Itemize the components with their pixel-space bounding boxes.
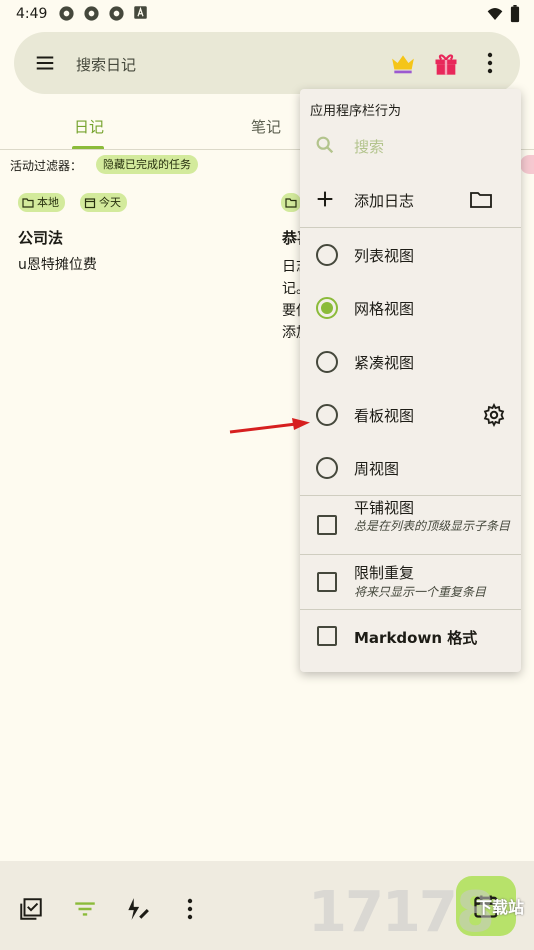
menu-item-compact-view[interactable]: 紧凑视图 [300, 346, 521, 378]
menu-item-search[interactable]: 搜索 [300, 131, 521, 161]
tab-diary[interactable]: 日记 [74, 116, 104, 137]
menu-item-kanban-view-label: 看板视图 [354, 407, 415, 425]
card2-line: 日志 [282, 259, 300, 275]
card-body: u恩特摊位费 [18, 257, 97, 273]
annotation-arrow [229, 418, 310, 434]
checkbox-limit-recurring[interactable] [317, 572, 337, 592]
search-input[interactable]: 搜索日记 [76, 54, 136, 75]
wifi-icon [486, 6, 504, 26]
chip-card2[interactable] [281, 193, 301, 212]
menu-item-limit-recurring[interactable]: 限制重复 将来只显示一个重复条目 [300, 555, 521, 609]
filter-chip-hide-completed[interactable]: 隐藏已完成的任务 [96, 155, 198, 174]
folder-icon [22, 197, 34, 208]
aperture-icon [58, 5, 75, 22]
card2-title[interactable]: 恭喜 [282, 227, 300, 248]
status-bar: 4:49 [0, 0, 534, 28]
card2-line: 添加 [282, 325, 300, 341]
crown-icon[interactable] [390, 50, 416, 76]
checklist-icon[interactable] [18, 896, 44, 922]
card-title[interactable]: 公司法 [18, 227, 63, 248]
calendar-icon [84, 197, 96, 208]
aperture-icon [108, 5, 125, 22]
menu-item-add-journal-label: 添加日志 [354, 192, 415, 210]
checkbox-markdown[interactable] [317, 626, 337, 646]
menu-item-list-view-label: 列表视图 [354, 247, 415, 265]
watermark-text: 下载站 [476, 898, 525, 917]
settings-gear-icon[interactable] [482, 402, 506, 428]
menu-item-compact-view-label: 紧凑视图 [354, 354, 415, 372]
menu-item-grid-view[interactable]: 网格视图 [300, 292, 521, 324]
menu-item-week-view-label: 周视图 [354, 460, 400, 478]
card2-line: 记。 [282, 281, 300, 297]
card2-body: 日志 记。 要使 添加 [282, 256, 300, 344]
quick-edit-icon[interactable] [124, 896, 150, 922]
folder-icon[interactable] [468, 188, 492, 212]
chip-local[interactable]: 本地 [18, 193, 65, 212]
search-bar[interactable]: 搜索日记 [14, 32, 520, 94]
menu-item-markdown-label: Markdown 格式 [354, 629, 478, 647]
notification-icons [58, 5, 150, 22]
hamburger-menu-icon[interactable] [34, 52, 56, 74]
card2-line: 要使 [282, 303, 300, 319]
radio-list-view[interactable] [316, 244, 338, 266]
menu-item-limit-recurring-label: 限制重复 [354, 564, 415, 582]
font-a-icon [133, 5, 150, 22]
filter-label: 活动过滤器： [10, 159, 83, 173]
chip-today[interactable]: 今天 [80, 193, 127, 212]
more-vert-icon[interactable] [180, 896, 206, 922]
filter-icon[interactable] [72, 896, 98, 922]
menu-item-add-journal[interactable]: 添加日志 [300, 185, 521, 215]
menu-item-flat-view-label: 平铺视图 [354, 499, 415, 517]
menu-title: 应用程序栏行为 [310, 104, 402, 119]
menu-separator [300, 227, 521, 228]
search-icon [314, 134, 338, 158]
battery-icon [510, 5, 520, 27]
system-icons [486, 5, 520, 27]
radio-kanban-view[interactable] [316, 404, 338, 426]
radio-compact-view[interactable] [316, 351, 338, 373]
chip-today-label: 今天 [99, 196, 121, 209]
plus-icon [314, 188, 338, 212]
radio-week-view[interactable] [316, 457, 338, 479]
tab-notes[interactable]: 笔记 [251, 116, 281, 137]
more-vert-icon[interactable] [480, 50, 500, 76]
radio-grid-view[interactable] [316, 297, 338, 319]
watermark-digits: 17178 [308, 880, 495, 945]
menu-item-week-view[interactable]: 周视图 [300, 452, 521, 484]
menu-item-grid-view-label: 网格视图 [354, 300, 415, 318]
menu-item-search-label: 搜索 [354, 138, 385, 156]
menu-separator [300, 609, 521, 610]
checkbox-flat-view[interactable] [317, 515, 337, 535]
menu-item-limit-recurring-desc: 将来只显示一个重复条目 [354, 585, 487, 599]
gift-icon[interactable] [432, 49, 460, 77]
menu-item-kanban-view[interactable]: 看板视图 [300, 399, 521, 431]
menu-item-list-view[interactable]: 列表视图 [300, 239, 521, 271]
folder-icon [285, 197, 297, 208]
menu-item-markdown[interactable]: Markdown 格式 [300, 619, 521, 653]
status-time: 4:49 [16, 6, 48, 22]
menu-item-flat-view[interactable]: 平铺视图 总是在列表的顶级显示子条目 [300, 496, 521, 554]
aperture-icon [83, 5, 100, 22]
chip-local-label: 本地 [37, 196, 59, 209]
menu-item-flat-view-desc: 总是在列表的顶级显示子条目 [354, 519, 511, 533]
app-bar-behavior-menu: 应用程序栏行为 搜索 添加日志 列表视图 网格视图 紧凑视图 看板视图 周视图 … [300, 89, 521, 672]
filter-chip-partial[interactable] [520, 155, 534, 174]
